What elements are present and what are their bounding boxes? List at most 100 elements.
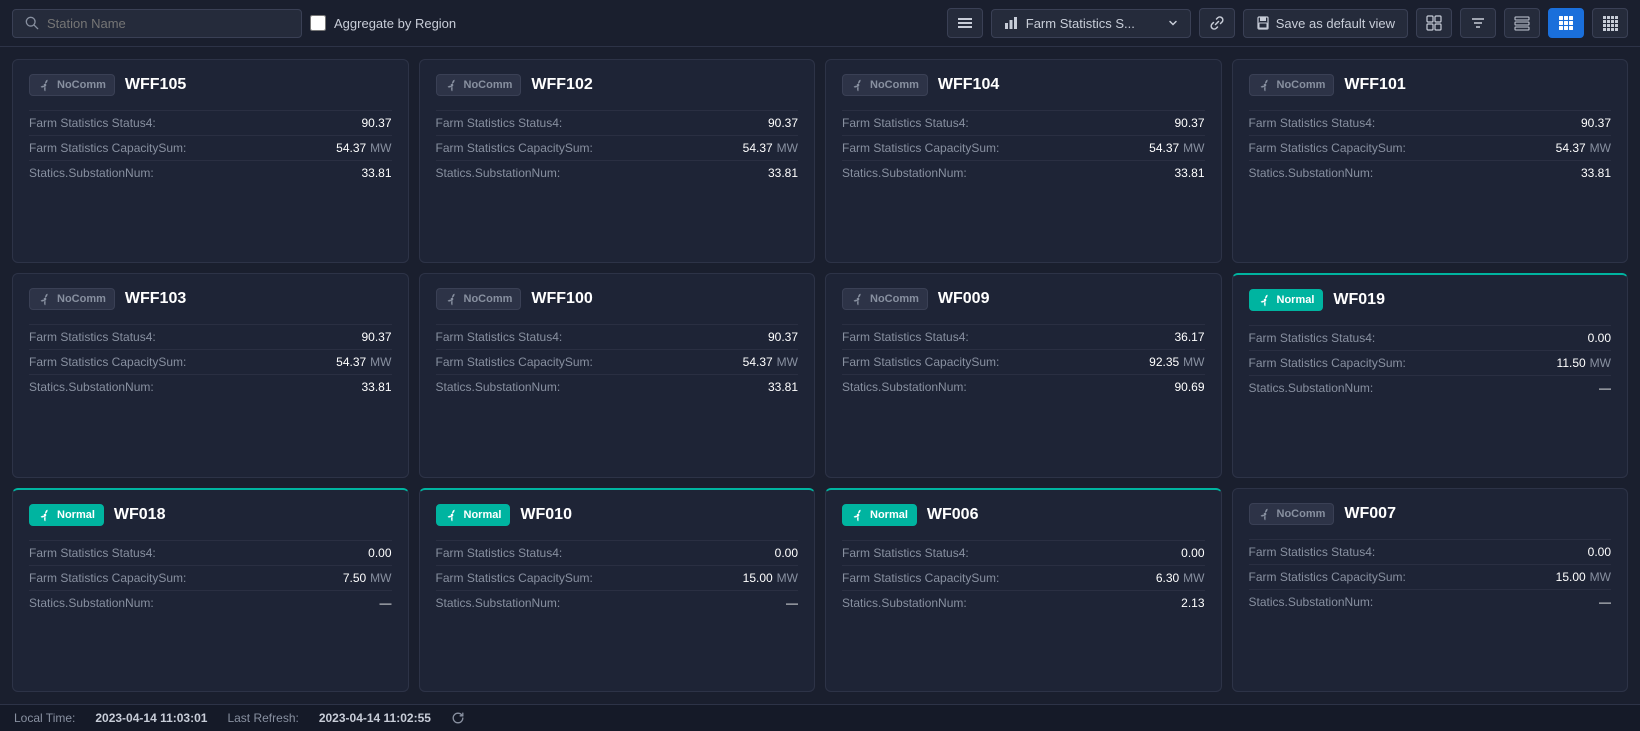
card-stat-label: Farm Statistics Status4:	[29, 330, 156, 344]
card-stat-value: 54.37MW	[743, 355, 798, 369]
card-stat-value: 92.35MW	[1149, 355, 1204, 369]
status-badge: NoComm	[1249, 74, 1335, 96]
card-stat-value: 90.37	[768, 116, 798, 130]
card-stat-row: Farm Statistics CapacitySum: 92.35MW	[842, 349, 1205, 374]
grid-small-button[interactable]	[1416, 8, 1452, 38]
status-badge: Normal	[842, 504, 917, 526]
card-stat-value: 90.37	[361, 116, 391, 130]
card-stat-row: Farm Statistics Status4: 0.00	[1249, 325, 1612, 350]
card-stat-row: Statics.SubstationNum: 33.81	[29, 374, 392, 399]
card-stat-row: Farm Statistics Status4: 0.00	[436, 540, 799, 565]
card-stat-value: 0.00	[775, 546, 798, 560]
save-icon	[1256, 16, 1270, 30]
station-card[interactable]: NoComm WFF102 Farm Statistics Status4: 9…	[419, 59, 816, 263]
station-card[interactable]: NoComm WF007 Farm Statistics Status4: 0.…	[1232, 488, 1629, 692]
station-name: WFF104	[938, 76, 999, 94]
card-stat-label: Statics.SubstationNum:	[436, 380, 561, 394]
dense-grid-icon	[1602, 15, 1618, 31]
card-stat-label: Farm Statistics CapacitySum:	[842, 141, 999, 155]
station-name: WFF101	[1344, 76, 1405, 94]
list-compact-icon	[1514, 15, 1530, 31]
status-text: NoComm	[464, 79, 513, 91]
card-stat-label: Farm Statistics Status4:	[29, 546, 156, 560]
card-stat-value: 33.81	[1581, 166, 1611, 180]
card-stat-row: Farm Statistics CapacitySum: 15.00MW	[436, 565, 799, 590]
station-card[interactable]: Normal WF019 Farm Statistics Status4: 0.…	[1232, 273, 1629, 477]
card-stat-label: Statics.SubstationNum:	[436, 166, 561, 180]
list-view-button[interactable]	[947, 8, 983, 38]
card-stat-value: —	[380, 596, 392, 610]
card-stat-value: 0.00	[1181, 546, 1204, 560]
card-stat-row: Farm Statistics CapacitySum: 54.37MW	[29, 135, 392, 160]
save-default-view-button[interactable]: Save as default view	[1243, 9, 1408, 38]
grid-view-button[interactable]	[1548, 8, 1584, 38]
station-name: WFF100	[531, 290, 592, 308]
card-stat-label: Farm Statistics Status4:	[1249, 331, 1376, 345]
list-compact-button[interactable]	[1504, 8, 1540, 38]
card-stat-row: Farm Statistics CapacitySum: 7.50MW	[29, 565, 392, 590]
card-stat-value: 54.37MW	[743, 141, 798, 155]
card-stat-label: Statics.SubstationNum:	[436, 596, 561, 610]
card-stat-value: 90.69	[1174, 380, 1204, 394]
card-stat-label: Farm Statistics CapacitySum:	[1249, 356, 1406, 370]
search-icon	[25, 16, 39, 30]
search-input[interactable]	[47, 16, 289, 31]
card-stat-row: Statics.SubstationNum: 33.81	[842, 160, 1205, 185]
station-card[interactable]: NoComm WFF105 Farm Statistics Status4: 9…	[12, 59, 409, 263]
card-stat-value: 36.17	[1174, 330, 1204, 344]
station-card[interactable]: Normal WF010 Farm Statistics Status4: 0.…	[419, 488, 816, 692]
status-text: NoComm	[870, 293, 919, 305]
card-stat-row: Farm Statistics CapacitySum: 11.50MW	[1249, 350, 1612, 375]
filter-icon	[1470, 15, 1486, 31]
card-stat-value: 90.37	[768, 330, 798, 344]
card-stat-row: Farm Statistics CapacitySum: 54.37MW	[436, 349, 799, 374]
card-stat-label: Farm Statistics CapacitySum:	[436, 355, 593, 369]
card-stat-row: Statics.SubstationNum: 33.81	[1249, 160, 1612, 185]
card-stat-row: Statics.SubstationNum: —	[1249, 375, 1612, 400]
station-card[interactable]: NoComm WFF104 Farm Statistics Status4: 9…	[825, 59, 1222, 263]
card-stat-label: Farm Statistics CapacitySum:	[436, 141, 593, 155]
card-stat-label: Statics.SubstationNum:	[29, 380, 154, 394]
station-card[interactable]: NoComm WFF100 Farm Statistics Status4: 9…	[419, 273, 816, 477]
aggregate-region-input[interactable]	[310, 15, 326, 31]
station-card[interactable]: NoComm WFF101 Farm Statistics Status4: 9…	[1232, 59, 1629, 263]
card-stat-row: Farm Statistics CapacitySum: 54.37MW	[842, 135, 1205, 160]
dense-grid-button[interactable]	[1592, 8, 1628, 38]
station-name: WF006	[927, 506, 979, 524]
card-header: NoComm WFF105	[29, 74, 392, 96]
refresh-icon	[451, 711, 465, 725]
card-stat-row: Farm Statistics CapacitySum: 15.00MW	[1249, 564, 1612, 589]
card-stat-row: Farm Statistics CapacitySum: 6.30MW	[842, 565, 1205, 590]
station-card[interactable]: NoComm WF009 Farm Statistics Status4: 36…	[825, 273, 1222, 477]
card-stat-label: Statics.SubstationNum:	[29, 166, 154, 180]
status-text: NoComm	[57, 79, 106, 91]
card-stat-value: 33.81	[768, 380, 798, 394]
grid-view-icon	[1558, 15, 1574, 31]
status-badge: NoComm	[436, 74, 522, 96]
card-stat-value: 15.00MW	[743, 571, 798, 585]
card-stat-label: Statics.SubstationNum:	[842, 596, 967, 610]
card-stat-label: Farm Statistics Status4:	[842, 116, 969, 130]
card-stat-label: Farm Statistics Status4:	[436, 116, 563, 130]
status-text: Normal	[57, 509, 95, 521]
station-card[interactable]: Normal WF018 Farm Statistics Status4: 0.…	[12, 488, 409, 692]
card-stat-value: —	[1599, 381, 1611, 395]
card-header: Normal WF010	[436, 504, 799, 526]
status-badge: NoComm	[436, 288, 522, 310]
station-card[interactable]: NoComm WFF103 Farm Statistics Status4: 9…	[12, 273, 409, 477]
card-stat-label: Farm Statistics CapacitySum:	[842, 355, 999, 369]
aggregate-region-checkbox[interactable]: Aggregate by Region	[310, 15, 456, 31]
search-box[interactable]	[12, 9, 302, 38]
card-stat-value: 33.81	[361, 380, 391, 394]
card-stat-value: 7.50MW	[343, 571, 392, 585]
link-button[interactable]	[1199, 8, 1235, 38]
card-header: NoComm WF007	[1249, 503, 1612, 525]
status-text: Normal	[1277, 294, 1315, 306]
station-card[interactable]: Normal WF006 Farm Statistics Status4: 0.…	[825, 488, 1222, 692]
filter-button[interactable]	[1460, 8, 1496, 38]
station-name: WF018	[114, 506, 166, 524]
aggregate-region-label: Aggregate by Region	[334, 16, 456, 31]
station-name: WFF105	[125, 76, 186, 94]
card-header: NoComm WFF104	[842, 74, 1205, 96]
farm-statistics-dropdown[interactable]: Farm Statistics S...	[991, 9, 1191, 38]
